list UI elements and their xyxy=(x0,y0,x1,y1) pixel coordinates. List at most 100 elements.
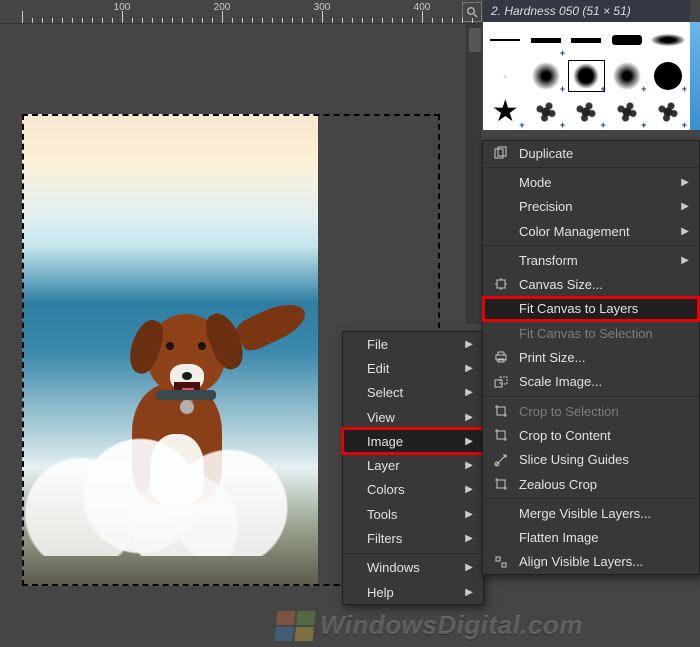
windows-logo-icon xyxy=(274,611,315,641)
submenu-label: Precision xyxy=(519,199,572,214)
chevron-right-icon: ▶ xyxy=(465,363,473,374)
chevron-right-icon: ▶ xyxy=(465,509,473,520)
menu-label: Filters xyxy=(367,531,402,546)
print-icon xyxy=(493,349,509,365)
brush-hard-dot[interactable]: + xyxy=(647,58,688,94)
submenu-canvas-size[interactable]: Canvas Size... xyxy=(483,272,699,296)
chevron-right-icon: ▶ xyxy=(681,201,689,212)
brush-splat-1[interactable]: + xyxy=(526,94,567,130)
submenu-align-visible-layers[interactable]: Align Visible Layers... xyxy=(483,550,699,574)
menu-separator xyxy=(483,245,699,246)
menu-windows[interactable]: Windows ▶ xyxy=(343,556,483,580)
submenu-slice-using-guides[interactable]: Slice Using Guides xyxy=(483,448,699,472)
submenu-precision[interactable]: Precision ▶ xyxy=(483,195,699,219)
crop-icon xyxy=(493,427,509,443)
submenu-crop-to-selection: Crop to Selection xyxy=(483,399,699,423)
watermark: WindowsDigital.com xyxy=(320,610,583,641)
menu-separator xyxy=(343,553,483,554)
menu-edit[interactable]: Edit ▶ xyxy=(343,356,483,380)
brush-splat-2[interactable]: + xyxy=(566,94,607,130)
chevron-right-icon: ▶ xyxy=(465,436,473,447)
submenu-label: Fit Canvas to Selection xyxy=(519,326,653,341)
brush-thin-4[interactable] xyxy=(607,22,648,58)
menu-filters[interactable]: Filters ▶ xyxy=(343,526,483,550)
brush-soft-dot-2[interactable]: + xyxy=(607,58,648,94)
menu-view[interactable]: View▶ xyxy=(343,405,483,429)
brush-thin-1[interactable] xyxy=(485,22,526,58)
crop-icon xyxy=(493,476,509,492)
menu-image[interactable]: Image ▶ xyxy=(343,429,483,453)
slice-icon xyxy=(493,452,509,468)
brush-blur-h[interactable] xyxy=(647,22,688,58)
brush-panel[interactable]: + • + + + + ★+ + + + + xyxy=(483,22,690,130)
submenu-duplicate[interactable]: Duplicate xyxy=(483,141,699,165)
menu-tools[interactable]: Tools ▶ xyxy=(343,502,483,526)
menu-label: Tools xyxy=(367,507,397,522)
brush-soft-dot-1[interactable]: + xyxy=(526,58,567,94)
chevron-right-icon: ▶ xyxy=(681,255,689,266)
brush-grid: + • + + + + ★+ + + + + xyxy=(485,22,688,130)
chevron-right-icon: ▶ xyxy=(465,562,473,573)
chevron-right-icon: ▶ xyxy=(465,533,473,544)
submenu-label: Duplicate xyxy=(519,146,573,161)
submenu-mode[interactable]: Mode ▶ xyxy=(483,170,699,194)
menu-layer[interactable]: Layer ▶ xyxy=(343,453,483,477)
submenu-label: Canvas Size... xyxy=(519,277,603,292)
submenu-crop-to-content[interactable]: Crop to Content xyxy=(483,423,699,447)
crop-icon xyxy=(493,403,509,419)
menu-label: Layer xyxy=(367,458,400,473)
menu-label: File xyxy=(367,337,388,352)
duplicate-icon xyxy=(493,145,509,161)
submenu-label: Align Visible Layers... xyxy=(519,554,643,569)
brush-star[interactable]: ★+ xyxy=(485,94,526,130)
submenu-print-size[interactable]: Print Size... xyxy=(483,345,699,369)
submenu-transform[interactable]: Transform ▶ xyxy=(483,248,699,272)
submenu-merge-visible-layers[interactable]: Merge Visible Layers... xyxy=(483,501,699,525)
canvas-size-icon xyxy=(493,276,509,292)
submenu-zealous-crop[interactable]: Zealous Crop xyxy=(483,472,699,496)
menu-colors[interactable]: Colors▶ xyxy=(343,478,483,502)
chevron-right-icon: ▶ xyxy=(465,587,473,598)
submenu-color-management[interactable]: Color Management ▶ xyxy=(483,219,699,243)
menu-label: Windows xyxy=(367,560,420,575)
menu-file[interactable]: File▶ xyxy=(343,332,483,356)
image-submenu[interactable]: DuplicateMode▶Precision▶Color Management… xyxy=(482,140,700,575)
submenu-label: Fit Canvas to Layers xyxy=(519,301,638,316)
scrollbar-vertical[interactable] xyxy=(466,24,482,324)
menu-help[interactable]: Help ▶ xyxy=(343,580,483,604)
scrollbar-thumb[interactable] xyxy=(469,28,481,52)
submenu-scale-image[interactable]: Scale Image... xyxy=(483,370,699,394)
brush-splat-3[interactable]: + xyxy=(607,94,648,130)
submenu-flatten-image[interactable]: Flatten Image xyxy=(483,525,699,549)
submenu-label: Transform xyxy=(519,253,578,268)
submenu-label: Scale Image... xyxy=(519,374,602,389)
submenu-label: Mode xyxy=(519,175,552,190)
brush-tiny-dot[interactable]: • xyxy=(485,58,526,94)
chevron-right-icon: ▶ xyxy=(681,177,689,188)
chevron-right-icon: ▶ xyxy=(681,226,689,237)
menu-label: View xyxy=(367,410,395,425)
submenu-label: Flatten Image xyxy=(519,530,599,545)
align-icon xyxy=(493,554,509,570)
brush-thin-3[interactable] xyxy=(566,22,607,58)
chevron-right-icon: ▶ xyxy=(465,460,473,471)
menu-separator xyxy=(483,498,699,499)
submenu-label: Color Management xyxy=(519,224,630,239)
menu-label: Image xyxy=(367,434,403,449)
brush-splat-4[interactable]: + xyxy=(647,94,688,130)
submenu-label: Slice Using Guides xyxy=(519,452,629,467)
submenu-label: Print Size... xyxy=(519,350,585,365)
context-menu[interactable]: File▶Edit▶Select▶View▶Image▶Layer▶Colors… xyxy=(342,331,484,605)
menu-label: Help xyxy=(367,585,394,600)
submenu-label: Crop to Selection xyxy=(519,404,619,419)
brush-hardness-050[interactable]: + xyxy=(566,58,607,94)
submenu-fit-canvas-to-selection: Fit Canvas to Selection xyxy=(483,321,699,345)
menu-label: Colors xyxy=(367,482,405,497)
submenu-fit-canvas-to-layers[interactable]: Fit Canvas to Layers xyxy=(483,297,699,321)
menu-label: Edit xyxy=(367,361,389,376)
scale-icon xyxy=(493,374,509,390)
submenu-label: Crop to Content xyxy=(519,428,611,443)
brush-thin-2[interactable]: + xyxy=(526,22,567,58)
submenu-label: Merge Visible Layers... xyxy=(519,506,651,521)
menu-select[interactable]: Select▶ xyxy=(343,381,483,405)
